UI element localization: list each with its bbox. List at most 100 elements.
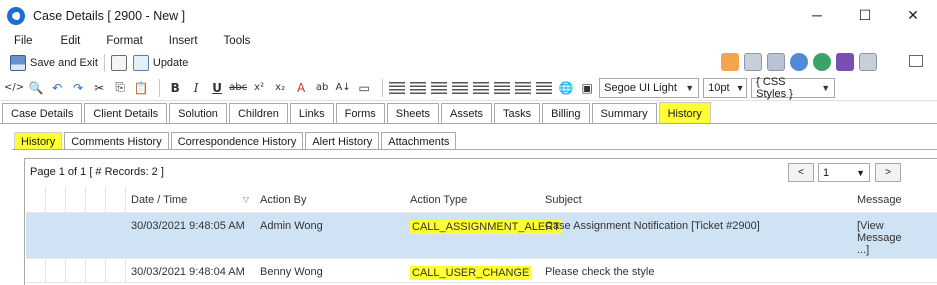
minimize-button[interactable]: ─ — [793, 0, 841, 30]
maximize-button[interactable]: ☐ — [841, 0, 889, 30]
schedule-icon[interactable] — [767, 53, 785, 71]
column-header-message[interactable]: Message — [852, 187, 912, 212]
subtab-comments-history[interactable]: Comments History — [64, 132, 169, 150]
close-button[interactable]: ✕ — [889, 0, 937, 30]
save-and-exit-label: Save and Exit — [30, 57, 98, 69]
tab-billing[interactable]: Billing — [542, 103, 590, 123]
tab-summary[interactable]: Summary — [591, 103, 657, 123]
bold-icon[interactable]: B — [166, 79, 184, 97]
row-cell — [106, 259, 126, 282]
copy-format-icon[interactable]: ⎘ — [111, 79, 129, 97]
chevron-down-icon: ▼ — [735, 82, 745, 93]
menu-edit[interactable]: Edit — [61, 35, 81, 47]
undo-icon[interactable]: ↶ — [48, 79, 66, 97]
css-styles-select[interactable]: { CSS Styles } ▼ — [751, 75, 836, 100]
highlight-icon[interactable]: ab — [313, 79, 331, 97]
indent-icon[interactable] — [536, 81, 553, 94]
row-date: 30/03/2021 9:48:04 AM — [131, 266, 245, 278]
menu-format[interactable]: Format — [106, 35, 142, 47]
help-icon[interactable] — [836, 53, 854, 71]
source-code-icon[interactable]: </> — [4, 79, 24, 97]
users-icon[interactable] — [790, 53, 808, 71]
subtab-correspondence-history[interactable]: Correspondence History — [170, 132, 304, 150]
menu-insert[interactable]: Insert — [169, 35, 198, 47]
save-icon — [10, 55, 26, 71]
tab-assets[interactable]: Assets — [441, 103, 493, 123]
column-header-date[interactable]: Date / Time ▽ — [126, 187, 255, 212]
restore-panel-icon[interactable] — [909, 55, 923, 67]
align-center-icon[interactable] — [410, 81, 427, 94]
italic-icon[interactable]: I — [187, 79, 205, 97]
menu-file[interactable]: File — [14, 35, 33, 47]
chevron-down-icon: ▼ — [821, 82, 831, 93]
document-icon[interactable] — [744, 53, 762, 71]
next-page-button[interactable]: > — [875, 163, 901, 182]
cut-icon[interactable]: ✂ — [90, 79, 108, 97]
preview-icon[interactable]: 🔍 — [27, 79, 45, 97]
outdent-icon[interactable] — [515, 81, 532, 94]
horizontal-rule-icon[interactable]: ▭ — [355, 79, 373, 97]
table-row[interactable]: 30/03/2021 9:48:04 AM Benny Wong CALL_US… — [26, 259, 937, 283]
update-button[interactable]: Update — [132, 55, 188, 71]
save-and-exit-button[interactable]: Save and Exit — [10, 55, 98, 71]
column-header-subject[interactable]: Subject — [540, 187, 852, 212]
row-action-by: Admin Wong — [260, 220, 323, 232]
link-icon[interactable]: 🌐 — [557, 79, 575, 97]
pager-bar: Page 1 of 1 [ # Records: 2 ] < 1 ▼ > — [25, 159, 937, 185]
align-left-icon[interactable] — [389, 81, 406, 94]
copy-button[interactable] — [110, 55, 131, 71]
page-select[interactable]: 1 ▼ — [818, 163, 870, 182]
tab-history[interactable]: History — [658, 102, 711, 124]
table-row[interactable]: 30/03/2021 9:48:05 AM Admin Wong CALL_AS… — [26, 213, 937, 259]
tab-links[interactable]: Links — [289, 103, 334, 123]
row-action-type: CALL_USER_CHANGE — [405, 259, 540, 282]
row-date: 30/03/2021 9:48:05 AM — [131, 220, 245, 232]
header-spacer — [106, 187, 126, 212]
share-icon[interactable] — [721, 53, 739, 71]
sort-icon[interactable]: A↓ — [334, 79, 352, 97]
bullet-list-icon[interactable] — [494, 81, 511, 94]
menu-bar: File Edit Format Insert Tools — [0, 31, 937, 51]
header-spacer — [66, 187, 86, 212]
row-cell — [26, 259, 46, 282]
tab-sheets[interactable]: Sheets — [386, 103, 440, 123]
toolbar-right-icons — [716, 53, 877, 71]
subscript-icon[interactable]: x₂ — [271, 79, 289, 97]
menu-tools[interactable]: Tools — [224, 35, 251, 47]
tab-case-details[interactable]: Case Details — [2, 103, 83, 123]
redo-icon[interactable]: ↷ — [69, 79, 87, 97]
row-subject: Please check the style — [545, 266, 655, 278]
image-icon[interactable]: ▣ — [578, 79, 596, 97]
font-size-select[interactable]: 10pt ▼ — [703, 77, 748, 98]
attach-icon[interactable] — [859, 53, 877, 71]
css-styles-value: { CSS Styles } — [756, 75, 793, 100]
subtab-history[interactable]: History — [14, 132, 63, 150]
tab-tasks[interactable]: Tasks — [494, 103, 541, 123]
tab-forms[interactable]: Forms — [335, 103, 385, 123]
tab-solution[interactable]: Solution — [169, 103, 227, 123]
update-icon — [132, 55, 149, 71]
subtab-attachments[interactable]: Attachments — [381, 132, 457, 150]
numbered-list-icon[interactable] — [473, 81, 490, 94]
strikethrough-icon[interactable]: abc — [229, 79, 247, 97]
header-spacer — [26, 187, 46, 212]
underline-icon[interactable]: U — [208, 79, 226, 97]
prev-page-button[interactable]: < — [788, 163, 814, 182]
paste-icon[interactable]: 📋 — [132, 79, 150, 97]
window-controls: ─ ☐ ✕ — [793, 0, 937, 30]
view-message-link[interactable]: [View Message ...] — [852, 213, 912, 258]
superscript-icon[interactable]: x² — [250, 79, 268, 97]
column-header-action-by[interactable]: Action By — [255, 187, 405, 212]
font-size-value: 10pt — [708, 81, 730, 94]
align-right-icon[interactable] — [431, 81, 448, 94]
main-toolbar: Save and Exit Update — [0, 52, 937, 74]
font-color-icon[interactable]: A — [292, 79, 310, 97]
user-assign-icon[interactable] — [813, 53, 831, 71]
tab-client-details[interactable]: Client Details — [84, 103, 168, 123]
filter-icon[interactable]: ▽ — [243, 195, 249, 204]
tab-children[interactable]: Children — [228, 103, 288, 123]
column-header-action-type[interactable]: Action Type — [405, 187, 540, 212]
subtab-alert-history[interactable]: Alert History — [305, 132, 380, 150]
font-family-select[interactable]: Segoe UI Light ▼ — [599, 77, 700, 98]
justify-icon[interactable] — [452, 81, 469, 94]
